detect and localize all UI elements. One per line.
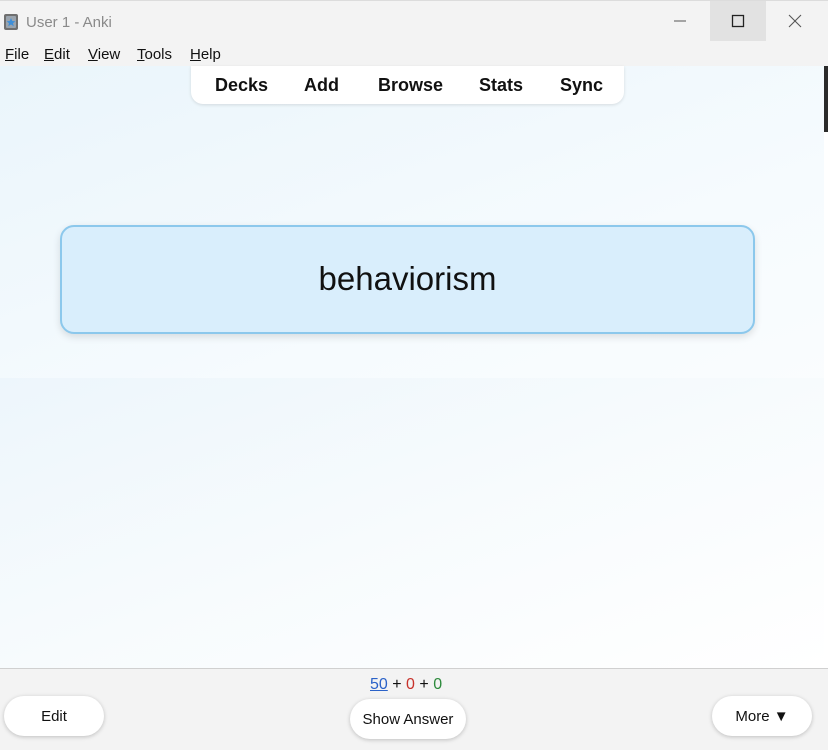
- scrollbar-track[interactable]: [824, 66, 828, 668]
- card-front-text: behaviorism: [318, 259, 497, 297]
- maximize-button[interactable]: [710, 1, 766, 41]
- close-icon: [788, 14, 802, 28]
- menu-edit[interactable]: Edit: [44, 46, 70, 63]
- menu-view-accel: V: [88, 46, 98, 63]
- menu-edit-accel: E: [44, 46, 55, 63]
- count-separator: +: [392, 676, 402, 693]
- menu-file[interactable]: File: [5, 46, 29, 63]
- menu-help-accel: H: [190, 46, 201, 63]
- review-count: 0: [433, 676, 443, 693]
- window-title: User 1 - Anki: [26, 14, 112, 31]
- close-button[interactable]: [767, 1, 823, 41]
- menu-tools-accel: T: [137, 46, 145, 63]
- menu-help-rest: elp: [200, 46, 221, 63]
- menu-file-rest: ile: [14, 46, 30, 63]
- new-count[interactable]: 50: [370, 676, 388, 693]
- menu-bar: File Edit View Tools Help: [0, 42, 828, 66]
- show-answer-button[interactable]: Show Answer: [350, 699, 466, 739]
- menu-tools-rest: ools: [144, 46, 173, 63]
- anki-window: User 1 - Anki File Edit View Tools Help: [0, 0, 828, 750]
- toolbar-stats-link[interactable]: Stats: [479, 75, 523, 96]
- menu-view-rest: iew: [97, 46, 121, 63]
- anki-star-icon: [4, 14, 18, 30]
- more-button[interactable]: More ▼: [712, 696, 812, 736]
- learn-count: 0: [406, 676, 415, 693]
- reviewer-lower-area: [0, 378, 824, 668]
- toolbar-decks-link[interactable]: Decks: [215, 75, 268, 96]
- count-separator: +: [419, 676, 429, 693]
- reviewer-area: [0, 66, 824, 668]
- flashcard: behaviorism: [60, 225, 755, 334]
- bottom-bar: 50 + 0 + 0 Edit Show Answer More ▼: [0, 668, 828, 750]
- toolbar-sync-link[interactable]: Sync: [560, 75, 603, 96]
- top-toolbar: Decks Add Browse Stats Sync: [191, 66, 624, 104]
- menu-help[interactable]: Help: [190, 46, 221, 63]
- minimize-icon: [674, 20, 686, 22]
- menu-tools[interactable]: Tools: [137, 46, 172, 63]
- menu-edit-rest: dit: [54, 46, 70, 63]
- scrollbar-thumb[interactable]: [824, 66, 828, 132]
- maximize-icon: [731, 14, 745, 28]
- edit-button[interactable]: Edit: [4, 696, 104, 736]
- toolbar-browse-link[interactable]: Browse: [378, 75, 443, 96]
- minimize-button[interactable]: [652, 1, 708, 41]
- due-counts: 50 + 0 + 0: [370, 676, 442, 694]
- menu-file-accel: F: [5, 46, 15, 63]
- menu-view[interactable]: View: [88, 46, 120, 63]
- title-bar: User 1 - Anki: [0, 0, 828, 42]
- toolbar-add-link[interactable]: Add: [304, 75, 339, 96]
